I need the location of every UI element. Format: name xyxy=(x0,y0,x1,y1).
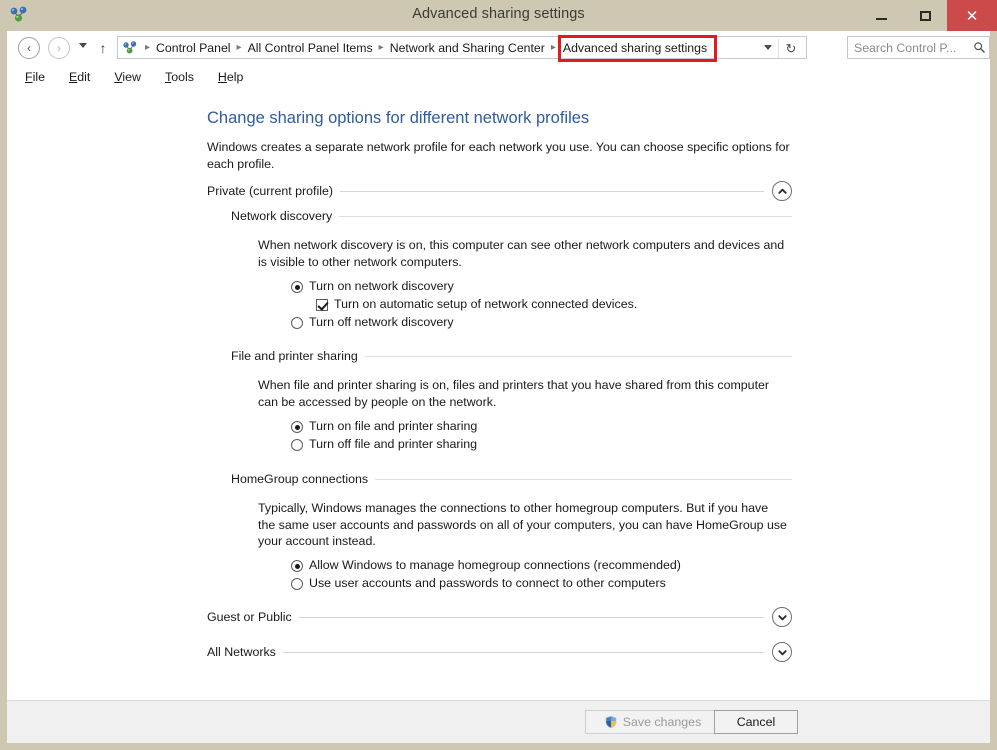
breadcrumb-separator: ▸ xyxy=(378,42,384,53)
radio-icon-unselected xyxy=(291,578,303,590)
radio-turn-on-file-printer-sharing[interactable]: Turn on file and printer sharing xyxy=(291,419,477,433)
navigation-bar: ‹ › ↑ ▸ Control Panel ▸ All Control Pane… xyxy=(7,31,990,64)
profile-section-private-header[interactable]: Private (current profile) xyxy=(207,180,792,202)
radio-use-user-accounts[interactable]: Use user accounts and passwords to conne… xyxy=(291,576,666,590)
content-area: Change sharing options for different net… xyxy=(7,89,990,700)
menu-tools-label: ools xyxy=(171,69,194,84)
address-bar[interactable]: ▸ Control Panel ▸ All Control Panel Item… xyxy=(117,36,807,59)
minimize-button[interactable] xyxy=(859,0,903,31)
section-rule xyxy=(340,190,764,192)
menu-view-label: iew xyxy=(122,69,141,84)
subsection-homegroup-header: HomeGroup connections xyxy=(231,470,792,488)
close-icon: ✕ xyxy=(965,7,979,25)
footer-bar: Save changes Cancel xyxy=(7,700,990,743)
menu-file-label: ile xyxy=(32,69,45,84)
radio-allow-windows-manage-homegroup[interactable]: Allow Windows to manage homegroup connec… xyxy=(291,558,681,572)
radio-turn-off-file-printer-sharing[interactable]: Turn off file and printer sharing xyxy=(291,437,477,451)
maximize-button[interactable] xyxy=(903,0,947,31)
menu-tools[interactable]: Tools xyxy=(165,70,194,84)
radio-icon-selected xyxy=(291,281,303,293)
radio-label: Turn on network discovery xyxy=(309,279,454,293)
search-box[interactable]: Search Control P... xyxy=(847,36,990,59)
subsection-file-printer-sharing-header: File and printer sharing xyxy=(231,347,792,365)
recent-locations-icon[interactable] xyxy=(79,43,87,48)
subsection-file-printer-sharing-label: File and printer sharing xyxy=(231,349,358,363)
advanced-sharing-settings-window: Advanced sharing settings ✕ ‹ › ↑ ▸ Cont… xyxy=(0,0,997,750)
address-divider xyxy=(778,39,779,58)
subsection-network-discovery-header: Network discovery xyxy=(231,207,792,225)
cancel-label: Cancel xyxy=(736,715,776,729)
checkbox-icon-checked xyxy=(316,299,328,311)
page-title: Change sharing options for different net… xyxy=(207,109,590,127)
search-input[interactable]: Search Control P... xyxy=(848,41,969,55)
minimize-icon xyxy=(875,18,887,20)
network-icon-small xyxy=(122,40,138,56)
expand-guest-or-public-chevron-down-icon[interactable] xyxy=(772,607,792,627)
radio-label: Turn on file and printer sharing xyxy=(309,419,478,433)
profile-section-guest-or-public-label: Guest or Public xyxy=(207,610,292,624)
window-controls: ✕ xyxy=(859,0,997,31)
save-changes-button[interactable]: Save changes xyxy=(585,710,720,734)
menu-view[interactable]: View xyxy=(114,70,141,84)
radio-label: Turn off file and printer sharing xyxy=(309,437,478,451)
menu-file[interactable]: File xyxy=(25,70,45,84)
checkbox-label: Turn on automatic setup of network conne… xyxy=(334,297,638,311)
menu-edit-accel: E xyxy=(68,69,78,84)
profile-section-guest-or-public-header[interactable]: Guest or Public xyxy=(207,606,792,628)
subsection-rule xyxy=(339,215,792,217)
save-changes-label: Save changes xyxy=(622,715,702,729)
radio-label: Allow Windows to manage homegroup connec… xyxy=(309,558,681,572)
subsection-network-discovery-label: Network discovery xyxy=(231,209,333,223)
network-discovery-description: When network discovery is on, this compu… xyxy=(258,238,785,269)
menu-edit-label: dit xyxy=(77,69,91,84)
collapse-private-chevron-up-icon[interactable] xyxy=(772,181,792,201)
file-printer-sharing-description: When file and printer sharing is on, fil… xyxy=(258,378,770,409)
radio-icon-selected xyxy=(291,421,303,433)
uac-shield-icon xyxy=(604,715,618,729)
radio-icon-unselected xyxy=(291,439,303,451)
breadcrumb-separator: ▸ xyxy=(550,42,556,53)
page-description: Windows creates a separate network profi… xyxy=(207,140,790,171)
radio-label: Use user accounts and passwords to conne… xyxy=(309,576,666,590)
menu-bar: File Edit View Tools Help xyxy=(7,64,990,89)
radio-turn-off-network-discovery[interactable]: Turn off network discovery xyxy=(291,315,454,329)
checkbox-automatic-setup[interactable]: Turn on automatic setup of network conne… xyxy=(316,297,637,311)
cancel-button[interactable]: Cancel xyxy=(714,710,798,734)
search-icon xyxy=(969,41,989,54)
profile-section-all-networks-header[interactable]: All Networks xyxy=(207,641,792,663)
section-rule xyxy=(298,616,764,618)
menu-help-label: elp xyxy=(226,69,244,84)
breadcrumb-advanced-sharing-settings[interactable]: Advanced sharing settings xyxy=(560,41,710,55)
breadcrumb-control-panel[interactable]: Control Panel xyxy=(154,41,233,55)
breadcrumb-network-and-sharing-center[interactable]: Network and Sharing Center xyxy=(388,41,547,55)
section-rule xyxy=(282,651,764,653)
radio-icon-selected xyxy=(291,560,303,572)
subsection-rule xyxy=(375,478,792,480)
address-dropdown-icon[interactable] xyxy=(764,45,772,50)
breadcrumb-all-control-panel-items[interactable]: All Control Panel Items xyxy=(246,41,375,55)
homegroup-description: Typically, Windows manages the connectio… xyxy=(258,501,787,548)
subsection-homegroup-label: HomeGroup connections xyxy=(231,472,369,486)
menu-help-accel: H xyxy=(217,69,227,84)
expand-all-networks-chevron-down-icon[interactable] xyxy=(772,642,792,662)
menu-help[interactable]: Help xyxy=(218,70,244,84)
up-button[interactable]: ↑ xyxy=(95,39,111,57)
back-button[interactable]: ‹ xyxy=(18,37,40,59)
breadcrumb-separator: ▸ xyxy=(145,42,151,53)
breadcrumb-separator: ▸ xyxy=(236,42,242,53)
profile-section-all-networks-label: All Networks xyxy=(207,645,276,659)
refresh-icon[interactable]: ↻ xyxy=(782,39,800,58)
forward-button[interactable]: › xyxy=(48,37,70,59)
radio-turn-on-network-discovery[interactable]: Turn on network discovery xyxy=(291,279,454,293)
profile-section-private-label: Private (current profile) xyxy=(207,184,334,198)
radio-label: Turn off network discovery xyxy=(309,315,454,329)
window-title: Advanced sharing settings xyxy=(412,6,585,22)
menu-edit[interactable]: Edit xyxy=(69,70,90,84)
title-bar: Advanced sharing settings ✕ xyxy=(0,0,997,31)
subsection-rule xyxy=(364,355,792,357)
close-button[interactable]: ✕ xyxy=(947,0,997,31)
radio-icon-unselected xyxy=(291,317,303,329)
menu-file-accel: F xyxy=(25,69,33,84)
maximize-icon xyxy=(919,10,931,21)
